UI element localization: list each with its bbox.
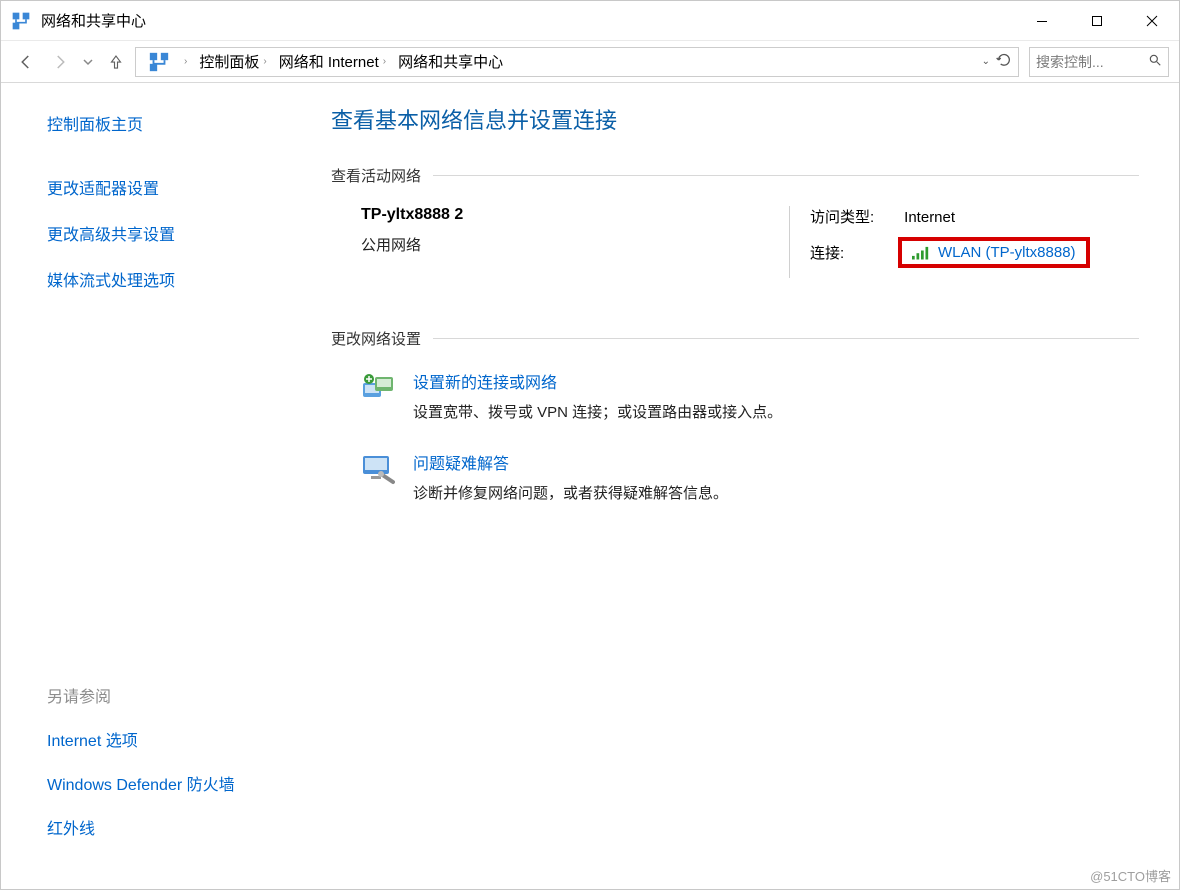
sidebar-link-media[interactable]: 媒体流式处理选项 <box>47 267 301 291</box>
search-icon[interactable] <box>1148 53 1162 70</box>
network-center-icon <box>148 51 170 73</box>
breadcrumb-item[interactable]: 网络和共享中心 <box>394 48 507 76</box>
window-title: 网络和共享中心 <box>41 10 146 31</box>
network-type: 公用网络 <box>361 234 789 255</box>
minimize-button[interactable] <box>1014 1 1069 41</box>
refresh-icon[interactable] <box>996 52 1012 71</box>
wlan-connection-highlight: WLAN (TP-yltx8888) <box>898 237 1090 268</box>
page-heading: 查看基本网络信息并设置连接 <box>331 103 1139 135</box>
breadcrumb-sep[interactable]: › <box>176 48 195 76</box>
section-change-settings: 更改网络设置 <box>331 328 421 349</box>
troubleshoot-icon <box>361 452 395 486</box>
sidebar-link-adapter[interactable]: 更改适配器设置 <box>47 175 301 199</box>
search-placeholder: 搜索控制... <box>1036 52 1148 72</box>
wifi-signal-icon <box>912 246 930 260</box>
maximize-button[interactable] <box>1069 1 1124 41</box>
watermark: @51CTO博客 <box>1090 866 1171 885</box>
address-bar[interactable]: › 控制面板› 网络和 Internet› 网络和共享中心 ⌄ <box>135 47 1019 77</box>
option-new-connection-link[interactable]: 设置新的连接或网络 <box>413 369 557 393</box>
see-also-infrared[interactable]: 红外线 <box>47 815 301 839</box>
nav-up-button[interactable] <box>101 47 131 77</box>
option-new-connection-desc: 设置宽带、拨号或 VPN 连接；或设置路由器或接入点。 <box>413 401 782 422</box>
nav-back-button[interactable] <box>11 47 41 77</box>
search-input[interactable]: 搜索控制... <box>1029 47 1169 77</box>
breadcrumb-item[interactable]: 网络和 Internet› <box>275 48 394 76</box>
breadcrumb-item[interactable]: 控制面板› <box>195 48 274 76</box>
sidebar-home-link[interactable]: 控制面板主页 <box>47 111 301 135</box>
network-name: TP-yltx8888 2 <box>361 206 789 224</box>
chevron-down-icon[interactable]: ⌄ <box>982 56 990 67</box>
section-active-networks: 查看活动网络 <box>331 165 421 186</box>
sidebar-link-sharing[interactable]: 更改高级共享设置 <box>47 221 301 245</box>
connection-label: 连接: <box>810 242 900 263</box>
divider <box>433 175 1139 176</box>
see-also-defender-firewall[interactable]: Windows Defender 防火墙 <box>47 771 301 795</box>
wlan-connection-link[interactable]: WLAN (TP-yltx8888) <box>938 244 1076 261</box>
option-troubleshoot-desc: 诊断并修复网络问题，或者获得疑难解答信息。 <box>413 482 728 503</box>
close-button[interactable] <box>1124 1 1179 41</box>
divider <box>433 338 1139 339</box>
see-also-internet-options[interactable]: Internet 选项 <box>47 727 301 751</box>
nav-forward-button[interactable] <box>45 47 75 77</box>
content-area: 查看基本网络信息并设置连接 查看活动网络 TP-yltx8888 2 公用网络 … <box>301 83 1179 889</box>
access-type-value: Internet <box>904 209 955 226</box>
see-also-heading: 另请参阅 <box>47 683 301 707</box>
option-troubleshoot-link[interactable]: 问题疑难解答 <box>413 450 509 474</box>
new-connection-icon <box>361 371 395 405</box>
nav-recent-button[interactable] <box>79 47 97 77</box>
network-center-icon <box>11 11 31 31</box>
sidebar: 控制面板主页 更改适配器设置 更改高级共享设置 媒体流式处理选项 另请参阅 In… <box>1 83 301 889</box>
access-type-label: 访问类型: <box>810 206 900 227</box>
